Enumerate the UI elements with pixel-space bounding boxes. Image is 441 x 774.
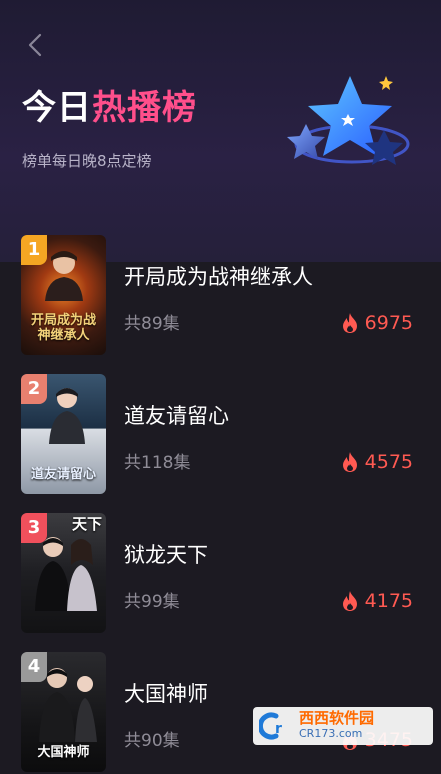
- drama-cover[interactable]: 开局成为战神继承人 1: [21, 235, 106, 355]
- character-silhouette-icon: [49, 388, 85, 444]
- page-title: 今日热播榜: [22, 86, 197, 130]
- rank-badge: 3: [21, 513, 47, 543]
- ranking-item[interactable]: 道友请留心 2 道友请留心 共118集 4575: [0, 374, 441, 496]
- drama-title[interactable]: 道友请留心: [124, 400, 229, 430]
- drama-cover[interactable]: 大国神师 4: [21, 652, 106, 772]
- episode-count: 共118集: [124, 453, 191, 473]
- episode-count: 共90集: [124, 731, 180, 751]
- episode-count: 共99集: [124, 592, 180, 612]
- back-button[interactable]: [22, 32, 48, 58]
- heat-value: 6975: [364, 312, 413, 334]
- flame-icon: [342, 591, 357, 611]
- ranking-item[interactable]: 开局成为战神继承人 1 开局成为战神继承人 共89集 6975: [0, 235, 441, 357]
- poster-text: 开局成为战神继承人: [30, 313, 96, 343]
- rank-badge: 2: [21, 374, 47, 404]
- heat-value: 4175: [364, 590, 413, 612]
- character-silhouette-icon: [45, 251, 83, 301]
- watermark-brand: 西西软件园: [299, 709, 375, 727]
- drama-title[interactable]: 狱龙天下: [124, 539, 208, 569]
- heat-value: 4575: [364, 451, 413, 473]
- rank-badge: 1: [21, 235, 47, 265]
- heat-score: 4575: [341, 450, 413, 474]
- character-silhouette-icon: [35, 537, 97, 611]
- watermark-url: CR173.com: [299, 727, 363, 740]
- page-subtitle: 榜单每日晚8点定榜: [22, 152, 152, 170]
- title-main: 今日: [22, 88, 92, 128]
- flame-icon: [342, 452, 357, 472]
- poster-text: 道友请留心: [30, 467, 96, 482]
- episode-count: 共89集: [124, 314, 180, 334]
- rank-badge: 4: [21, 652, 47, 682]
- stars-illustration-icon: [287, 76, 410, 165]
- watermark-logo: r 西西软件园 CR173.com: [253, 707, 433, 745]
- heat-score: 4175: [341, 589, 413, 613]
- drama-title[interactable]: 开局成为战神继承人: [124, 261, 313, 291]
- flame-icon: [342, 313, 357, 333]
- drama-cover[interactable]: 天下 3: [21, 513, 106, 633]
- title-highlight: 热播榜: [92, 88, 197, 128]
- cr-logo-icon: r: [259, 712, 282, 740]
- drama-cover[interactable]: 道友请留心 2: [21, 374, 106, 494]
- drama-title[interactable]: 大国神师: [124, 678, 208, 708]
- heat-score: 6975: [341, 311, 413, 335]
- ranking-item[interactable]: 天下 3 狱龙天下 共99集 4175: [0, 513, 441, 635]
- svg-text:r: r: [275, 721, 282, 737]
- chevron-left-icon: [28, 33, 42, 57]
